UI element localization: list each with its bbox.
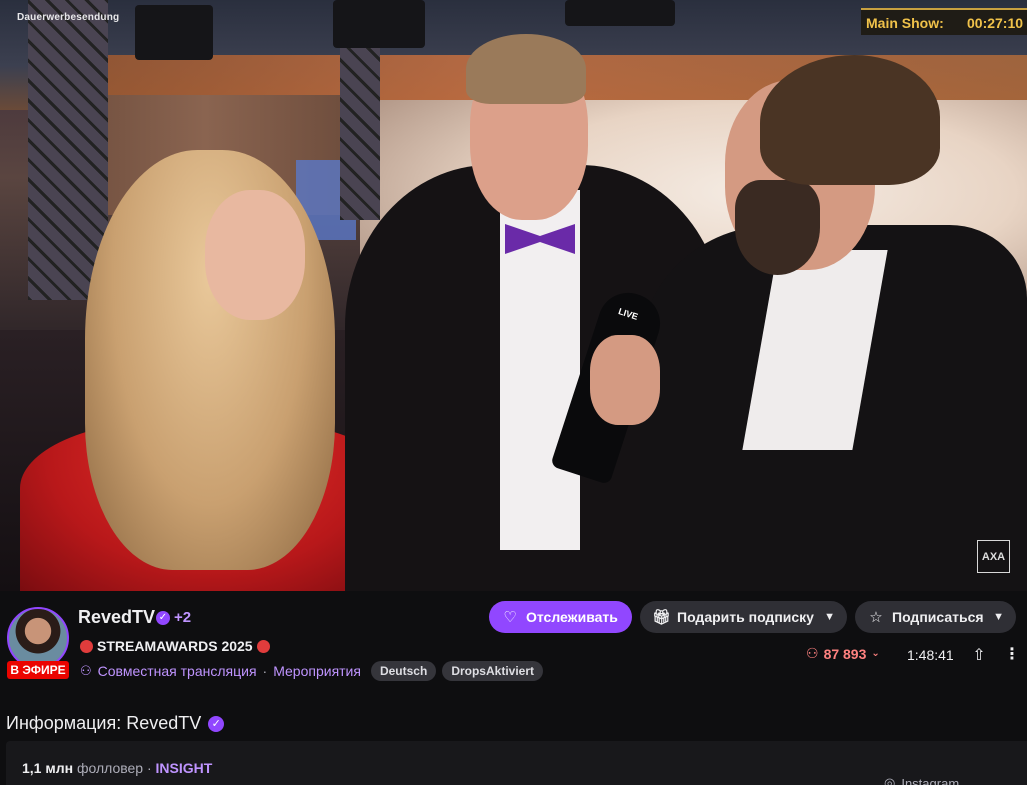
- video-scene-speaker: [333, 0, 425, 48]
- collaborators-count[interactable]: +2: [174, 609, 191, 626]
- gift-sub-button-label: Подарить подписку: [677, 609, 814, 625]
- follow-button-label: Отслеживать: [526, 609, 618, 625]
- followers-label: фолловер: [76, 760, 144, 776]
- tag-deutsch[interactable]: Deutsch: [370, 661, 437, 681]
- about-title: Информация: RevedTV ✓: [6, 713, 225, 734]
- avatar[interactable]: [7, 607, 69, 669]
- viewers-icon: ⚇: [806, 645, 819, 661]
- subscribe-button-label: Подписаться: [892, 609, 984, 625]
- more-vertical-icon[interactable]: ⋮: [1004, 644, 1020, 664]
- channel-name[interactable]: RevedTV: [78, 607, 155, 628]
- subscribe-button[interactable]: ☆ Подписаться ▼: [855, 601, 1016, 633]
- video-person-host-beard: [735, 180, 820, 275]
- red-circle-icon: [256, 639, 270, 653]
- sponsor-logo: AXA: [977, 540, 1010, 573]
- gift-icon: 🎁︎: [652, 609, 672, 626]
- main-show-label: Main Show:: [866, 14, 944, 31]
- about-title-text: Информация: RevedTV: [6, 713, 202, 733]
- video-person-man-hair: [466, 34, 586, 104]
- video-person-woman-hair: [85, 150, 335, 570]
- instagram-icon: ◎: [884, 775, 896, 785]
- team-link[interactable]: INSIGHT: [156, 760, 213, 776]
- followers-separator: ·: [146, 760, 152, 776]
- followers-count: 1,1 млн: [22, 760, 74, 776]
- heart-icon: ♡: [503, 609, 517, 626]
- video-scene-speaker: [135, 5, 213, 60]
- video-person-hand: [590, 335, 660, 425]
- main-show-time: 00:27:10: [967, 14, 1024, 31]
- star-icon: ☆: [869, 609, 883, 626]
- channel-info-bar: В ЭФИРЕ RevedTV ✓ +2 STREAMAWARDS 2025 ⚇…: [0, 591, 1027, 691]
- viewer-count[interactable]: ⚇ 87 893 ⌄: [806, 645, 880, 662]
- shared-stream-icon: ⚇: [80, 663, 92, 678]
- video-player[interactable]: LIVE Dauerwerbesendung Main Show: 00:27:…: [0, 0, 1027, 591]
- viewer-count-value: 87 893: [823, 645, 867, 662]
- instagram-label: Instagram: [901, 775, 960, 785]
- about-card: 1,1 млн фолловер · INSIGHT ◎ Instagram: [6, 741, 1027, 785]
- video-scene-truss: [340, 40, 380, 220]
- verified-badge-icon: ✓: [208, 715, 225, 732]
- video-scene-speaker: [565, 0, 675, 26]
- video-person-woman-face: [205, 190, 305, 320]
- stream-title: STREAMAWARDS 2025: [80, 638, 270, 654]
- main-show-timer: Main Show: 00:27:10: [861, 8, 1027, 35]
- stream-title-text: STREAMAWARDS 2025: [97, 638, 253, 654]
- tag-dropsaktiviert[interactable]: DropsAktiviert: [442, 661, 543, 681]
- followers-line: 1,1 млн фолловер · INSIGHT: [22, 760, 212, 776]
- category-row: ⚇ Совместная трансляция · Мероприятия De…: [80, 661, 543, 681]
- video-person-host-hair: [760, 55, 940, 185]
- share-icon[interactable]: ⇧: [970, 645, 988, 665]
- chevron-down-icon: ⌄: [871, 648, 880, 659]
- chevron-down-icon: ▼: [993, 611, 1004, 623]
- gift-sub-button[interactable]: 🎁︎ Подарить подписку ▼: [640, 601, 847, 633]
- chevron-down-icon: ▼: [824, 611, 835, 623]
- category-separator: ·: [262, 663, 268, 679]
- category-link[interactable]: Мероприятия: [273, 663, 361, 679]
- shared-stream-link[interactable]: Совместная трансляция: [98, 663, 257, 679]
- stream-uptime: 1:48:41: [907, 647, 954, 663]
- verified-badge-icon: ✓: [156, 611, 170, 625]
- ad-disclosure-label: Dauerwerbesendung: [17, 12, 120, 23]
- live-badge: В ЭФИРЕ: [7, 661, 69, 679]
- red-circle-icon: [80, 639, 93, 653]
- follow-button[interactable]: ♡ Отслеживать: [489, 601, 632, 633]
- instagram-link[interactable]: ◎ Instagram: [884, 775, 959, 785]
